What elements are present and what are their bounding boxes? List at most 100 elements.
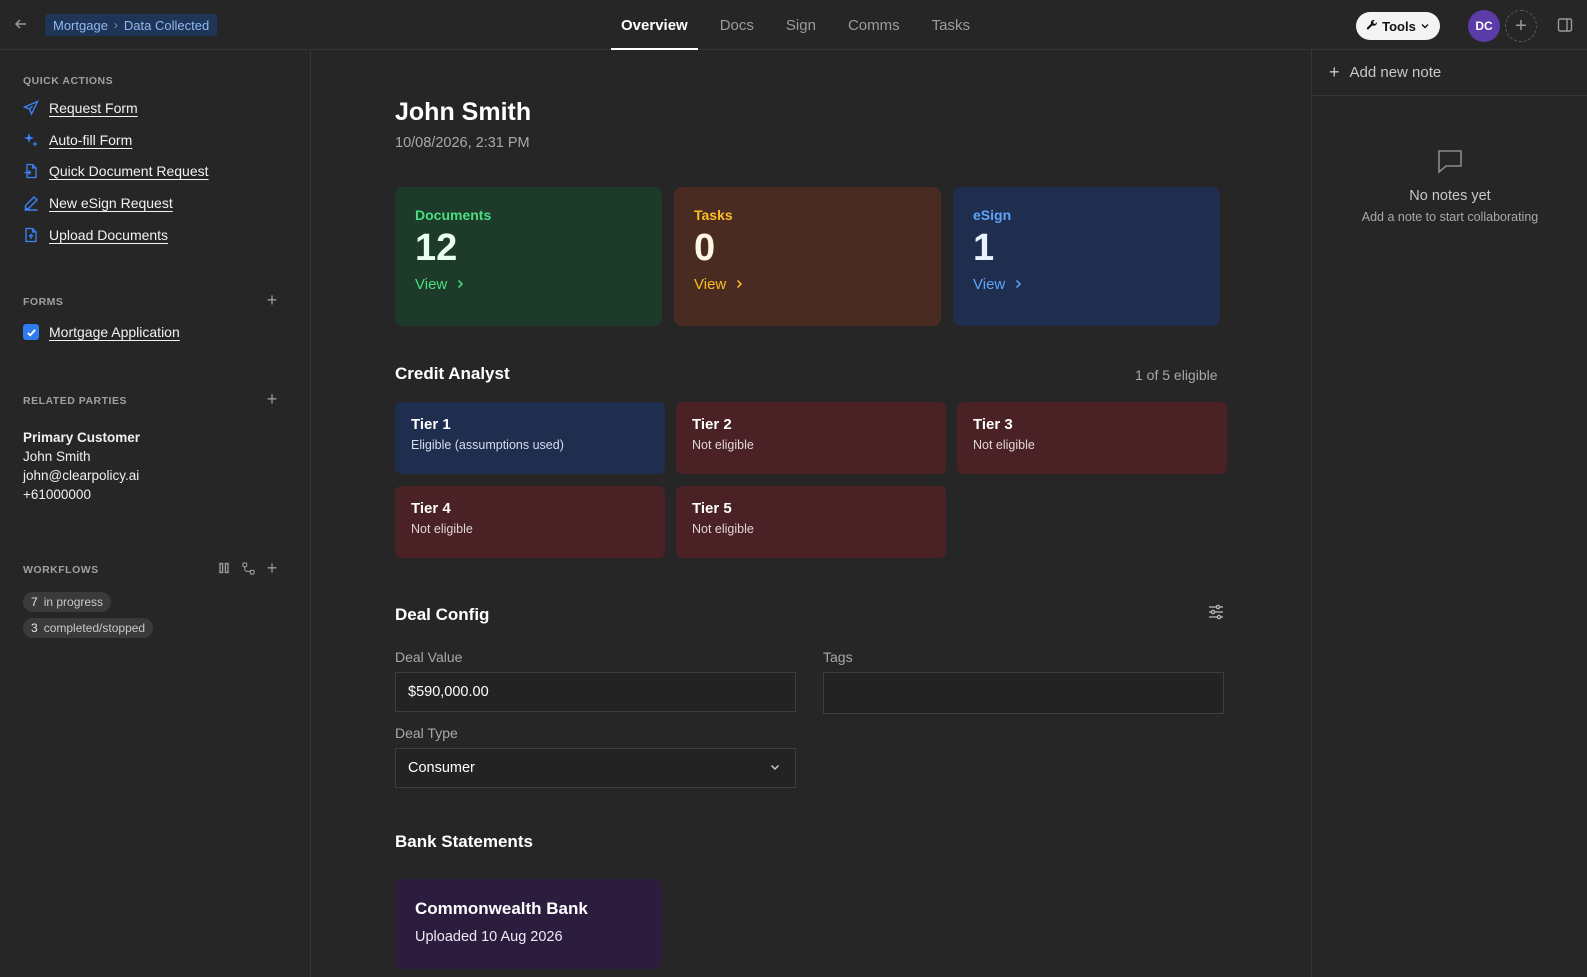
plus-icon: + xyxy=(1329,62,1340,82)
credit-analyst-title: Credit Analyst xyxy=(395,364,510,383)
tier-status: Not eligible xyxy=(411,522,473,536)
quick-action-document-request[interactable]: Quick Document Request xyxy=(23,160,209,182)
bank-statement-card[interactable]: Commonwealth Bank Uploaded 10 Aug 2026 xyxy=(395,879,662,969)
add-note-button[interactable]: + Add new note xyxy=(1312,50,1587,96)
quick-action-esign[interactable]: New eSign Request xyxy=(23,192,173,214)
avatar[interactable]: DC xyxy=(1468,10,1500,42)
chevron-right-icon xyxy=(1013,276,1023,293)
send-icon xyxy=(23,100,39,116)
chat-bubble-icon xyxy=(1435,146,1465,176)
tools-button[interactable]: Tools xyxy=(1356,12,1440,40)
pen-icon xyxy=(23,195,39,211)
tier-card[interactable]: Tier 4 Not eligible xyxy=(395,486,665,558)
tab-bar: Overview Docs Sign Comms Tasks xyxy=(605,0,986,50)
left-sidebar: QUICK ACTIONS Request Form Auto-fill For… xyxy=(0,50,311,977)
pause-icon[interactable] xyxy=(215,559,233,577)
tier-name: Tier 1 xyxy=(411,416,451,433)
tab-docs[interactable]: Docs xyxy=(704,0,770,50)
deal-type-label: Deal Type xyxy=(395,725,458,741)
esign-view-link[interactable]: View xyxy=(973,276,1200,293)
breadcrumb-parent[interactable]: Mortgage xyxy=(53,18,108,33)
chevron-right-icon: › xyxy=(113,18,118,32)
bank-uploaded-date: Uploaded 10 Aug 2026 xyxy=(415,929,563,945)
forms-title: FORMS xyxy=(23,296,64,308)
view-label: View xyxy=(694,276,727,293)
notes-empty-title: No notes yet xyxy=(1409,188,1491,204)
documents-view-link[interactable]: View xyxy=(415,276,642,293)
deal-type-value: Consumer xyxy=(408,760,475,776)
tasks-view-link[interactable]: View xyxy=(694,276,921,293)
quick-actions-title: QUICK ACTIONS xyxy=(23,75,114,87)
tab-comms[interactable]: Comms xyxy=(832,0,916,50)
chevron-right-icon xyxy=(734,276,744,293)
plus-icon: + xyxy=(1515,14,1527,37)
document-upload-icon xyxy=(23,227,39,243)
tier-status: Eligible (assumptions used) xyxy=(411,438,564,452)
document-arrow-icon xyxy=(23,163,39,179)
stat-value: 0 xyxy=(694,227,716,269)
add-workflow-button[interactable]: + xyxy=(263,557,281,578)
back-arrow-icon[interactable] xyxy=(11,14,31,34)
workflow-completed-badge[interactable]: 3 completed/stopped xyxy=(23,618,154,638)
form-item-mortgage-application[interactable]: Mortgage Application xyxy=(23,321,180,343)
plus-icon: + xyxy=(266,289,278,310)
tier-status: Not eligible xyxy=(692,522,754,536)
quick-action-label: Request Form xyxy=(49,100,138,116)
tasks-stat-card: Tasks 0 View xyxy=(674,187,941,326)
chevron-down-icon xyxy=(769,761,781,777)
add-form-button[interactable]: + xyxy=(263,289,281,310)
page-title: John Smith xyxy=(395,98,532,126)
add-collaborator-button[interactable]: + xyxy=(1505,10,1537,42)
tags-input[interactable] xyxy=(823,672,1224,714)
tier-card[interactable]: Tier 2 Not eligible xyxy=(676,402,946,474)
stat-label: Tasks xyxy=(694,207,733,223)
quick-action-label: Auto-fill Form xyxy=(49,132,133,148)
breadcrumb: Mortgage › Data Collected xyxy=(45,14,218,36)
stat-value: 12 xyxy=(415,227,458,269)
tier-card[interactable]: Tier 5 Not eligible xyxy=(676,486,946,558)
stat-label: Documents xyxy=(415,207,492,223)
tier-name: Tier 4 xyxy=(411,500,451,517)
tab-tasks[interactable]: Tasks xyxy=(916,0,986,50)
plus-icon: + xyxy=(266,388,278,409)
wrench-icon xyxy=(1366,19,1378,34)
notes-empty-state: No notes yet Add a note to start collabo… xyxy=(1312,146,1587,224)
tab-overview[interactable]: Overview xyxy=(605,0,704,50)
tier-card[interactable]: Tier 1 Eligible (assumptions used) xyxy=(395,402,665,474)
quick-action-request-form[interactable]: Request Form xyxy=(23,97,138,119)
quick-action-upload[interactable]: Upload Documents xyxy=(23,224,168,246)
workflow-icon[interactable] xyxy=(239,559,257,577)
plus-icon: + xyxy=(266,557,278,578)
tab-sign[interactable]: Sign xyxy=(770,0,832,50)
party-name: John Smith xyxy=(23,449,91,464)
page-timestamp: 10/08/2026, 2:31 PM xyxy=(395,135,530,151)
party-email: john@clearpolicy.ai xyxy=(23,468,140,483)
form-label: Mortgage Application xyxy=(49,324,180,340)
deal-type-select[interactable]: Consumer xyxy=(395,748,796,788)
workflow-label: in progress xyxy=(43,595,104,609)
tier-status: Not eligible xyxy=(692,438,754,452)
tier-name: Tier 3 xyxy=(973,416,1013,433)
party-role: Primary Customer xyxy=(23,430,141,445)
deal-value-input[interactable]: $590,000.00 xyxy=(395,672,796,712)
add-note-label: Add new note xyxy=(1349,64,1442,81)
workflows-title: WORKFLOWS xyxy=(23,564,99,576)
tools-label: Tools xyxy=(1382,18,1416,34)
eligible-summary: 1 of 5 eligible xyxy=(1135,367,1218,383)
esign-stat-card: eSign 1 View xyxy=(953,187,1220,326)
check-icon[interactable] xyxy=(23,324,39,340)
workflow-in-progress-badge[interactable]: 7 in progress xyxy=(23,592,112,612)
quick-action-auto-fill[interactable]: Auto-fill Form xyxy=(23,129,132,151)
breadcrumb-current[interactable]: Data Collected xyxy=(124,18,209,33)
tier-name: Tier 5 xyxy=(692,500,732,517)
main-content: John Smith 10/08/2026, 2:31 PM Documents… xyxy=(312,50,1311,977)
notes-panel: + Add new note No notes yet Add a note t… xyxy=(1311,50,1587,977)
quick-action-label: Quick Document Request xyxy=(49,163,209,179)
quick-action-label: New eSign Request xyxy=(49,195,173,211)
workflow-label: completed/stopped xyxy=(43,621,146,635)
panel-toggle-icon[interactable] xyxy=(1556,16,1574,34)
bank-statements-title: Bank Statements xyxy=(395,832,533,851)
sliders-icon[interactable] xyxy=(1207,603,1227,623)
tier-card[interactable]: Tier 3 Not eligible xyxy=(957,402,1227,474)
add-party-button[interactable]: + xyxy=(263,388,281,409)
